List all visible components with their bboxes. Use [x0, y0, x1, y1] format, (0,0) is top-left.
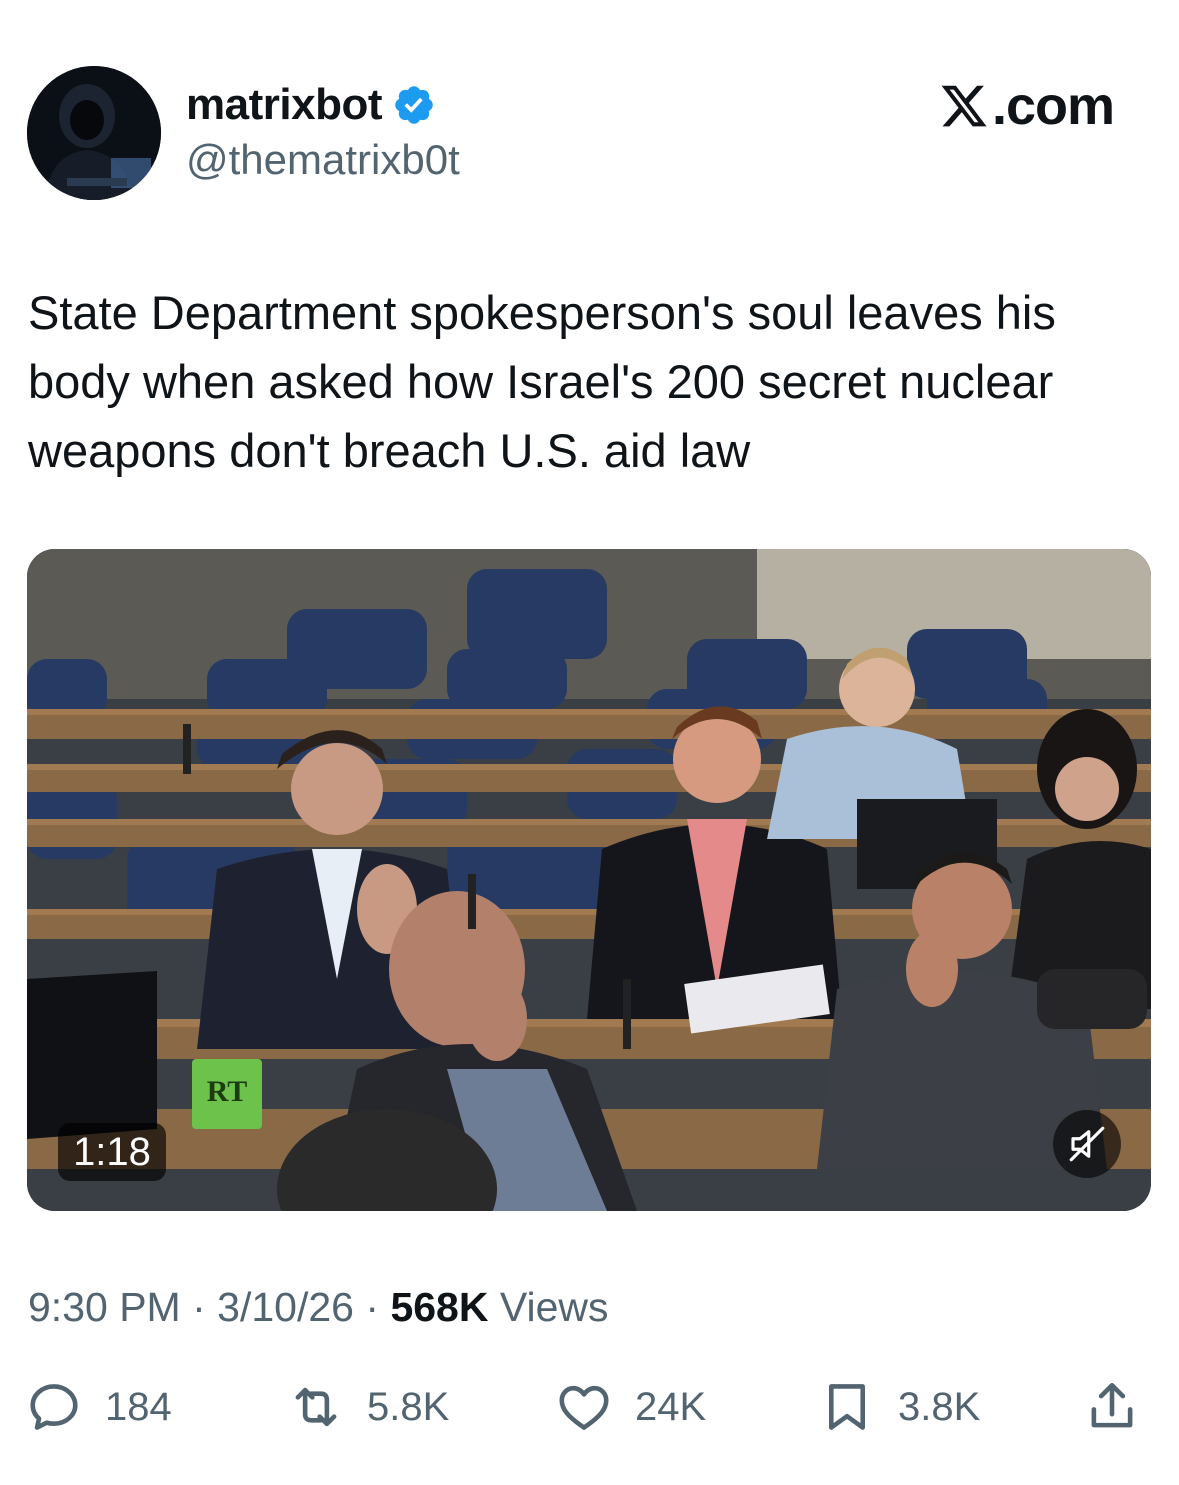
bookmark-icon: [828, 1384, 866, 1430]
reply-button[interactable]: 184: [25, 1378, 172, 1436]
rt-watermark: RT: [207, 1075, 248, 1108]
video-player[interactable]: RT: [27, 549, 1151, 1211]
video-duration-badge: 1:18: [58, 1123, 166, 1181]
mute-button[interactable]: [1053, 1110, 1121, 1178]
meta-separator: ·: [192, 1284, 206, 1330]
tweet-date[interactable]: 3/10/26: [217, 1284, 354, 1330]
share-button[interactable]: [1083, 1378, 1141, 1436]
reply-count: 184: [105, 1384, 172, 1429]
bookmark-count: 3.8K: [898, 1384, 981, 1429]
x-com-brand: .com: [938, 75, 1115, 137]
share-icon: [1091, 1382, 1133, 1428]
heart-icon: [559, 1385, 609, 1430]
speaker-muted-icon: [1069, 1126, 1105, 1162]
hooded-hacker-avatar-icon: [27, 66, 161, 200]
repost-icon: [295, 1387, 337, 1427]
tweet-text: State Department spokesperson's soul lea…: [28, 286, 1056, 477]
verified-badge-icon: [395, 86, 433, 124]
bookmark-button[interactable]: 3.8K: [818, 1378, 980, 1436]
like-button[interactable]: 24K: [555, 1378, 706, 1436]
x-logo-icon: [941, 85, 987, 127]
repost-button[interactable]: 5.8K: [287, 1378, 449, 1436]
action-bar: 184 5.8K 24K 3.8K: [0, 1378, 1179, 1444]
views-count: 568K: [390, 1284, 489, 1330]
like-count: 24K: [635, 1384, 707, 1429]
author-handle[interactable]: @thematrixb0t: [186, 136, 460, 184]
meta-separator: ·: [365, 1284, 380, 1330]
repost-count: 5.8K: [367, 1384, 450, 1429]
author-avatar[interactable]: [27, 66, 161, 200]
author-display-name[interactable]: matrixbot: [186, 80, 382, 130]
views-label: Views: [499, 1284, 609, 1330]
reply-icon: [30, 1384, 78, 1430]
tweet-time[interactable]: 9:30 PM: [28, 1284, 181, 1330]
brand-text: .com: [992, 76, 1115, 136]
tweet-meta: 9:30 PM · 3/10/26 · 568K Views: [28, 1284, 609, 1331]
video-frame: RT: [27, 549, 1151, 1211]
